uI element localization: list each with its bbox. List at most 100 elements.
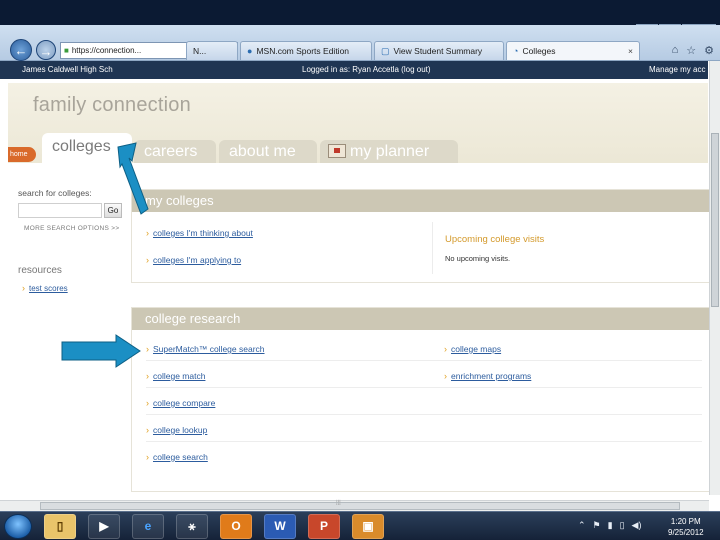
site-title: family connection: [33, 94, 191, 116]
site-header: James Caldwell High Sch Logged in as: Ry…: [0, 61, 708, 79]
chevron-right-icon: ›: [146, 371, 149, 381]
horizontal-scrollbar[interactable]: ⦙⦙⦙: [0, 500, 709, 511]
supermatch-college-search-link[interactable]: › SuperMatch™ college search: [146, 344, 265, 354]
flag-icon[interactable]: ⚑: [593, 520, 601, 531]
close-tab-icon[interactable]: ×: [628, 46, 633, 56]
word-icon[interactable]: W: [264, 514, 296, 539]
upcoming-visits-text: No upcoming visits.: [445, 254, 511, 263]
network-icon[interactable]: ▯: [620, 520, 625, 531]
start-button[interactable]: [4, 514, 32, 539]
browser-tab-1[interactable]: N...: [186, 41, 238, 60]
link-label: college match: [153, 371, 206, 381]
window-title-bar: [0, 0, 720, 25]
app-icon[interactable]: ▣: [352, 514, 384, 539]
show-hidden-icons-icon[interactable]: ⌃: [578, 520, 586, 531]
link-label: college compare: [153, 398, 216, 408]
outlook-icon[interactable]: O: [220, 514, 252, 539]
chevron-right-icon: ›: [146, 344, 149, 354]
link-label: test scores: [29, 284, 68, 293]
link-label: enrichment programs: [451, 371, 532, 381]
home-icon[interactable]: ⌂: [672, 44, 679, 57]
panel-title: college research: [132, 308, 715, 330]
system-tray: ⌃ ⚑ ▮ ▯ ◀): [578, 520, 641, 531]
tab-label: about me: [229, 143, 296, 160]
logged-in-status[interactable]: Logged in as: Ryan Accetla (log out): [302, 65, 431, 74]
app-icon[interactable]: ⚹: [176, 514, 208, 539]
windows-taskbar: ▯ ▶ e ⚹ O W P ▣ ⌃ ⚑ ▮ ▯ ◀) 1:20 PM 9/25/…: [0, 511, 720, 540]
scroll-grip: ⦙⦙⦙: [336, 500, 341, 507]
web-page: James Caldwell High Sch Logged in as: Ry…: [0, 61, 720, 511]
link-label: college maps: [451, 344, 502, 354]
colleges-applying-to-link[interactable]: › colleges I'm applying to: [146, 255, 241, 265]
msn-icon: ●: [247, 46, 253, 56]
browser-tab-colleges[interactable]: ◔ Colleges ×: [506, 41, 640, 60]
tab-home[interactable]: home: [8, 147, 36, 162]
tab-label: View Student Summary: [393, 46, 483, 56]
vertical-scroll-thumb[interactable]: [711, 133, 719, 307]
chevron-right-icon: ›: [146, 398, 149, 408]
tab-label: Colleges: [522, 46, 556, 56]
test-scores-link[interactable]: › test scores: [22, 283, 68, 293]
up-arrow-annotation: [117, 142, 149, 215]
clock-date: 9/25/2012: [668, 528, 704, 537]
colleges-favicon-icon: ◔: [513, 46, 519, 56]
row-divider: [146, 387, 702, 388]
tab-about-me[interactable]: about me: [219, 140, 317, 163]
settings-gear-icon[interactable]: ⚙: [704, 44, 714, 57]
clock-time: 1:20 PM: [670, 517, 701, 526]
row-divider: [146, 360, 702, 361]
chevron-right-icon: ›: [146, 255, 149, 265]
more-search-options-link[interactable]: MORE SEARCH OPTIONS >>: [24, 225, 119, 232]
device-icon[interactable]: ▮: [608, 520, 613, 531]
link-label: colleges I'm thinking about: [153, 228, 253, 238]
horizontal-scroll-thumb[interactable]: ⦙⦙⦙: [40, 500, 680, 510]
powerpoint-icon[interactable]: P: [308, 514, 340, 539]
address-url: https://connection...: [71, 46, 142, 55]
link-label: college lookup: [153, 425, 208, 435]
media-player-icon[interactable]: ▶: [88, 514, 120, 539]
favorites-icon[interactable]: ☆: [686, 44, 696, 57]
search-label: search for colleges:: [18, 188, 92, 198]
chevron-right-icon: ›: [146, 425, 149, 435]
college-search-input[interactable]: [18, 203, 102, 218]
chevron-right-icon: ›: [444, 371, 447, 381]
college-search-link[interactable]: › college search: [146, 452, 208, 462]
college-compare-link[interactable]: › college compare: [146, 398, 215, 408]
chevron-right-icon: ›: [22, 283, 25, 293]
vertical-scrollbar[interactable]: [709, 61, 720, 495]
link-label: college search: [153, 452, 208, 462]
row-divider: [146, 441, 702, 442]
college-lookup-link[interactable]: › college lookup: [146, 425, 207, 435]
tab-label: my planner: [350, 143, 430, 160]
chevron-right-icon: ›: [146, 228, 149, 238]
page-icon: ▢: [381, 45, 390, 56]
tab-label: N...: [193, 46, 207, 56]
panel-title: my colleges: [132, 190, 715, 212]
back-button[interactable]: ←: [10, 39, 32, 61]
tab-my-planner[interactable]: my planner: [320, 140, 458, 163]
browser-tools: ⌂ ☆ ⚙: [672, 44, 714, 57]
college-maps-link[interactable]: › college maps: [444, 344, 501, 354]
site-favicon-icon: ■: [64, 46, 69, 55]
manage-account-link[interactable]: Manage my acc: [649, 65, 705, 74]
clock[interactable]: 1:20 PM 9/25/2012: [668, 516, 704, 538]
upcoming-visits-heading: Upcoming college visits: [445, 234, 545, 245]
colleges-thinking-about-link[interactable]: › colleges I'm thinking about: [146, 228, 253, 238]
my-colleges-panel: my colleges › colleges I'm thinking about…: [131, 189, 716, 283]
volume-icon[interactable]: ◀): [632, 520, 642, 531]
planner-icon: [328, 144, 346, 158]
panel-divider: [432, 222, 433, 274]
explorer-icon[interactable]: ▯: [44, 514, 76, 539]
link-label: SuperMatch™ college search: [153, 344, 265, 354]
school-name: James Caldwell High Sch: [22, 65, 113, 74]
enrichment-programs-link[interactable]: › enrichment programs: [444, 371, 531, 381]
college-match-link[interactable]: › college match: [146, 371, 205, 381]
browser-tab-student-summary[interactable]: ▢ View Student Summary: [374, 41, 504, 60]
forward-button[interactable]: →: [36, 40, 56, 60]
chevron-right-icon: ›: [444, 344, 447, 354]
browser-toolbar: ← → ■ https://connection... ⌕ 🔒 C N... ●…: [0, 25, 720, 61]
college-research-panel: college research › SuperMatch™ college se…: [131, 307, 716, 492]
internet-explorer-icon[interactable]: e: [132, 514, 164, 539]
chevron-right-icon: ›: [146, 452, 149, 462]
browser-tab-msn[interactable]: ● MSN.com Sports Edition: [240, 41, 372, 60]
